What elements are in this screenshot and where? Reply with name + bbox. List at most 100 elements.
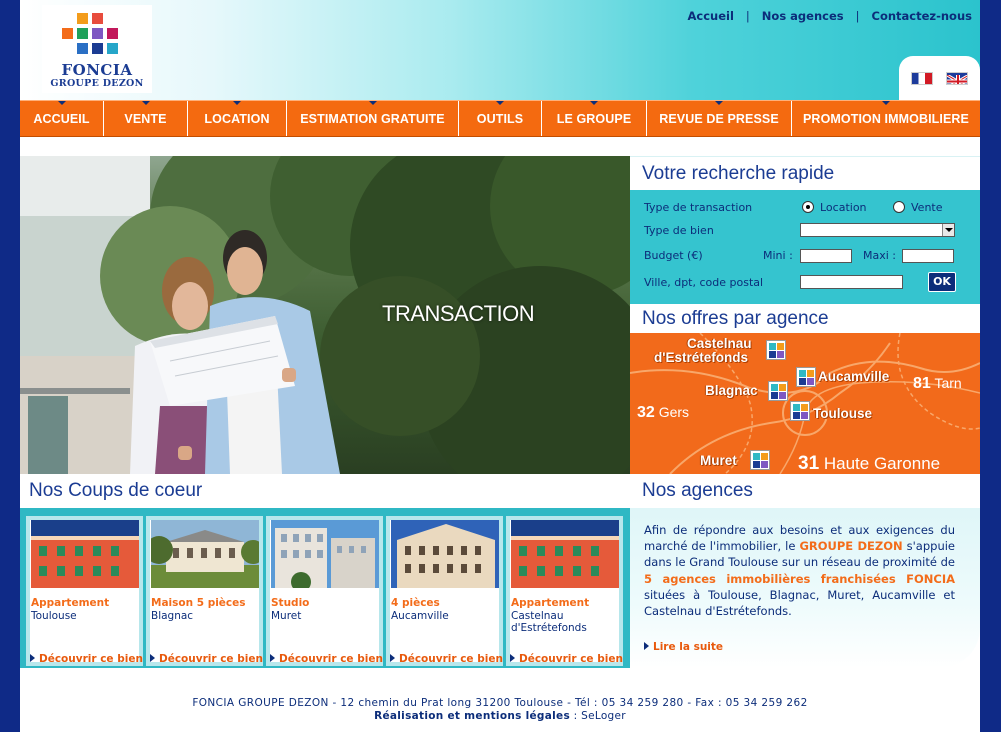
property-photo[interactable] (151, 520, 259, 588)
budget-maxi-input[interactable] (902, 249, 954, 263)
french-flag-icon[interactable] (911, 72, 933, 85)
top-link-nos-agences[interactable]: Nos agences (762, 9, 844, 23)
nav-item-revue-de-presse[interactable]: REVUE DE PRESSE (647, 101, 792, 136)
discover-property-link[interactable]: Découvrir ce bien (270, 653, 383, 665)
transaction-type-label: Type de transaction (644, 201, 753, 214)
property-card[interactable]: Studio Muret Découvrir ce bien (266, 516, 383, 666)
property-photo[interactable] (271, 520, 379, 588)
offers-by-agency-panel: Nos offres par agence Castelnau d'Estrét… (630, 304, 980, 474)
map-dept-haute-garonne: 31 Haute Garonne (798, 453, 941, 474)
featured-title: Nos Coups de coeur (20, 474, 630, 508)
agency-pin-icon[interactable] (766, 340, 786, 360)
uk-flag-icon[interactable] (946, 72, 968, 85)
location-input[interactable] (800, 275, 903, 289)
property-photo[interactable] (511, 520, 619, 588)
logo-tile (77, 43, 88, 54)
budget-mini-label: Mini : (763, 249, 793, 262)
hero-label: TRANSACTION (382, 301, 535, 326)
property-card[interactable]: Appartement Castelnau d'Estrétefonds Déc… (506, 516, 623, 666)
property-place: Blagnac (151, 610, 194, 622)
budget-label: Budget (€) (644, 249, 703, 262)
highlight-group-name: GROUPE DEZON (799, 539, 903, 554)
top-link-contactez-nous[interactable]: Contactez-nous (872, 9, 973, 23)
featured-properties: Nos Coups de coeur Appartement Toulouse … (20, 474, 630, 668)
nav-item-estimation-gratuite[interactable]: ESTIMATION GRATUITE (287, 101, 459, 136)
legal-mentions-link[interactable]: Réalisation et mentions légales (374, 710, 570, 722)
property-type: Maison 5 pièces (151, 597, 246, 609)
agency-pin-icon[interactable] (750, 450, 770, 470)
property-type: Appartement (511, 597, 590, 609)
seloger-link[interactable]: SeLoger (581, 710, 626, 722)
nav-item-vente[interactable]: VENTE (104, 101, 188, 136)
property-photo[interactable] (31, 520, 139, 588)
map-dept-gers: 32 Gers (637, 404, 690, 421)
property-type-label: Type de bien (644, 224, 714, 237)
property-card[interactable]: Appartement Toulouse Découvrir ce bien (26, 516, 143, 666)
radio-location-label: Location (820, 201, 867, 214)
quick-search-title: Votre recherche rapide (630, 156, 980, 190)
nav-item-le-groupe[interactable]: LE GROUPE (542, 101, 647, 136)
property-photo[interactable] (391, 520, 499, 588)
footer-credits: Réalisation et mentions légales : SeLoge… (374, 710, 626, 722)
agency-pin-icon[interactable] (790, 401, 810, 421)
radio-vente[interactable]: Vente (893, 201, 943, 214)
property-place: Muret (271, 610, 302, 622)
map-city-blagnac[interactable]: Blagnac (705, 384, 758, 398)
property-place: Aucamville (391, 610, 449, 622)
logo-tile (92, 13, 103, 24)
discover-property-link[interactable]: Découvrir ce bien (390, 653, 503, 665)
offers-title: Nos offres par agence (630, 304, 980, 333)
logo-brand: FONCIA (61, 61, 133, 79)
budget-mini-input[interactable] (800, 249, 852, 263)
map-city-castelnau-line2[interactable]: d'Estrétefonds (654, 351, 748, 365)
map-city-castelnau[interactable]: Castelnau (687, 337, 752, 351)
hero-banner[interactable]: TRANSACTION (20, 156, 630, 474)
nav-item-outils[interactable]: OUTILS (459, 101, 542, 136)
agencies-body: Afin de répondre aux besoins et aux exig… (630, 508, 980, 668)
radio-location[interactable]: Location (802, 201, 867, 214)
agency-map[interactable]: Castelnau d'Estrétefonds Aucamville Blag… (630, 333, 980, 474)
map-city-toulouse[interactable]: Toulouse (813, 407, 872, 421)
discover-property-link[interactable]: Découvrir ce bien (150, 653, 263, 665)
logo-tile (92, 43, 103, 54)
radio-vente-button[interactable] (893, 201, 905, 213)
ok-button[interactable]: OK (928, 272, 956, 292)
property-type: 4 pièces (391, 597, 440, 609)
hero-photo (20, 156, 630, 474)
nav-item-accueil[interactable]: ACCUEIL (20, 101, 104, 136)
property-card[interactable]: Maison 5 pièces Blagnac Découvrir ce bie… (146, 516, 263, 666)
featured-cards-strip: Appartement Toulouse Découvrir ce bien M… (20, 508, 630, 668)
nav-item-promotion-immobiliere[interactable]: PROMOTION IMMOBILIERE (792, 101, 980, 136)
logo-tile (107, 43, 118, 54)
footer-address: FONCIA GROUPE DEZON - 12 chemin du Prat … (192, 697, 808, 709)
logo-tile (107, 28, 118, 39)
discover-property-link[interactable]: Découvrir ce bien (30, 653, 143, 665)
logo-tile (62, 28, 73, 39)
logo-tile (77, 28, 88, 39)
map-city-muret[interactable]: Muret (700, 454, 737, 468)
logo-subtitle: GROUPE DEZON (50, 78, 144, 89)
footer: FONCIA GROUPE DEZON - 12 chemin du Prat … (20, 688, 980, 732)
highlight-agency-count: 5 agences immobilières franchisées FONCI… (644, 571, 955, 586)
page-frame: FONCIA GROUPE DEZON Accueil | Nos agences |… (20, 0, 980, 732)
discover-property-link[interactable]: Découvrir ce bien (510, 653, 623, 665)
top-link-accueil[interactable]: Accueil (688, 9, 734, 23)
radio-vente-label: Vente (911, 201, 943, 214)
radio-location-button[interactable] (802, 201, 814, 213)
agency-pin-icon[interactable] (796, 367, 816, 387)
map-dept-tarn: 81 Tarn (913, 375, 962, 392)
property-type-select[interactable] (800, 223, 955, 237)
property-card[interactable]: 4 pièces Aucamville Découvrir ce bien (386, 516, 503, 666)
chevron-down-icon[interactable] (942, 224, 954, 236)
read-more-link[interactable]: Lire la suite (644, 641, 723, 653)
separator: | (855, 9, 860, 23)
agency-pin-icon[interactable] (768, 381, 788, 401)
budget-maxi-label: Maxi : (863, 249, 896, 262)
top-links: Accueil | Nos agences | Contactez-nous (688, 9, 972, 23)
property-place: Toulouse (31, 610, 77, 622)
logo-tile (77, 13, 88, 24)
nav-item-location[interactable]: LOCATION (188, 101, 287, 136)
map-city-aucamville[interactable]: Aucamville (818, 370, 889, 384)
foncia-logo[interactable]: FONCIA GROUPE DEZON (42, 5, 152, 93)
main-nav: ACCUEIL VENTE LOCATION ESTIMATION GRATUI… (20, 100, 980, 137)
